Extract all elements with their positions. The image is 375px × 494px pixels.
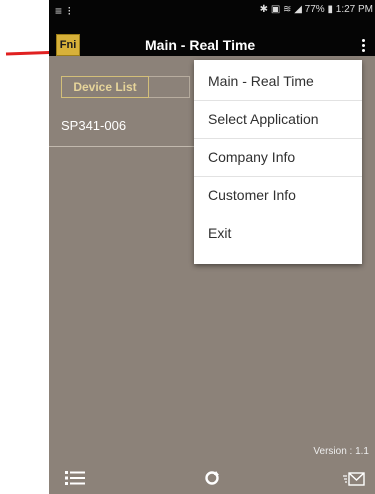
bottom-toolbar <box>49 462 375 494</box>
email-icon[interactable] <box>343 472 365 486</box>
status-bar: ≡ ⁝ ✱ ▣ ≋ ◢ 77% ▮ 1:27 PM <box>49 0 375 34</box>
kebab-menu-icon[interactable] <box>355 36 371 54</box>
tab-secondary[interactable] <box>149 76 190 98</box>
divider <box>49 146 199 147</box>
menu-item-exit[interactable]: Exit <box>194 214 362 252</box>
page-title: Main - Real Time <box>145 37 256 53</box>
status-right-text: ✱ ▣ ≋ ◢ 77% ▮ 1:27 PM <box>259 4 373 15</box>
list-icon[interactable] <box>65 470 85 486</box>
device-list-item[interactable]: SP341-006 <box>61 118 126 133</box>
app-logo: Fni <box>56 34 80 56</box>
app-bar: Fni Main - Real Time <box>49 34 375 56</box>
menu-item-customer-info[interactable]: Customer Info <box>194 176 362 214</box>
menu-item-main-real-time[interactable]: Main - Real Time <box>194 62 362 100</box>
notification-icons: ≡ ⁝ <box>55 4 73 18</box>
version-label: Version : 1.1 <box>313 446 369 457</box>
tab-device-list[interactable]: Device List <box>61 76 149 98</box>
overflow-menu: Main - Real Time Select Application Comp… <box>194 60 362 264</box>
menu-item-select-application[interactable]: Select Application <box>194 100 362 138</box>
refresh-icon[interactable] <box>204 470 220 486</box>
menu-item-company-info[interactable]: Company Info <box>194 138 362 176</box>
